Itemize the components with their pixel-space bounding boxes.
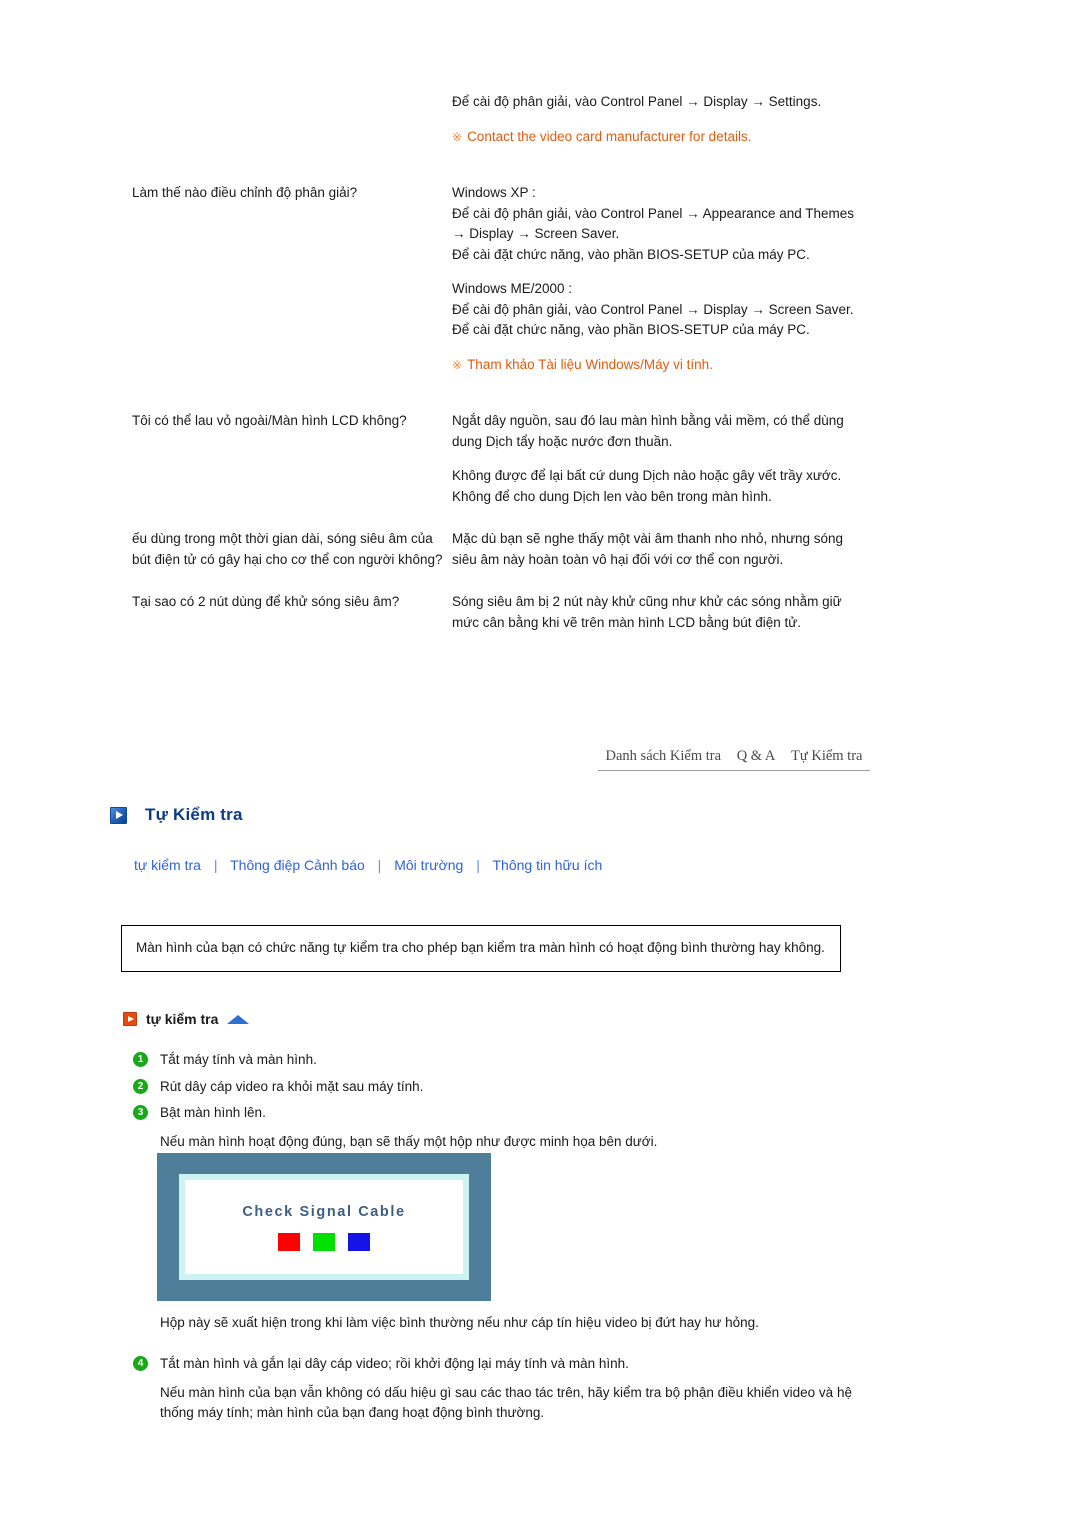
tail-section: Hộp này sẽ xuất hiện trong khi làm việc …: [133, 1313, 863, 1430]
faq-question-cell: Làm thế nào điều chỉnh độ phân giải?: [132, 183, 452, 411]
table-row: Để cài độ phân giải, vào Control Panel →…: [132, 92, 862, 183]
breadcrumb-item-qa[interactable]: Q & A: [731, 748, 782, 765]
up-triangle-icon[interactable]: [227, 1014, 250, 1024]
breadcrumb-divider: [598, 770, 870, 771]
table-row: Làm thế nào điều chỉnh độ phân giải? Win…: [132, 183, 862, 411]
faq-answer-cell: Để cài độ phân giải, vào Control Panel →…: [452, 92, 862, 183]
blue-swatch: [348, 1232, 370, 1251]
monitor-message-text: Check Signal Cable: [242, 1203, 406, 1220]
breadcrumb-item-checklist[interactable]: Danh sách Kiểm tra: [600, 748, 728, 765]
faq-answer-paragraph: Windows ME/2000 : Để cài độ phân giải, v…: [452, 281, 854, 338]
faq-question-text: Tại sao có 2 nút dùng để khử sóng siêu â…: [132, 594, 400, 610]
faq-table: Để cài độ phân giải, vào Control Panel →…: [132, 92, 862, 655]
monitor-illustration: Check Signal Cable: [157, 1153, 491, 1301]
faq-question-cell: Tại sao có 2 nút dùng để khử sóng siêu â…: [132, 592, 452, 655]
red-play-icon: [123, 1012, 137, 1026]
section-title-text: Tự Kiểm tra: [145, 805, 243, 824]
list-item: 3 Bật màn hình lên.: [133, 1103, 853, 1123]
step-text: Bật màn hình lên.: [160, 1105, 266, 1121]
page-title: Tự Kiểm tra: [110, 805, 243, 825]
faq-answer-paragraph: Ngắt dây nguồn, sau đó lau màn hình bằng…: [452, 413, 844, 449]
faq-answer-paragraph: Không được để lại bất cứ dung Dịch nào h…: [452, 468, 842, 504]
faq-table-body: Để cài độ phân giải, vào Control Panel →…: [132, 92, 862, 655]
table-row: ếu dùng trong một thời gian dài, sóng si…: [132, 529, 862, 592]
sublink-warning-message[interactable]: Thông điệp Cảnh báo: [230, 857, 365, 873]
sublink-separator: |: [476, 857, 480, 873]
intro-callout-box: Màn hình của bạn có chức năng tự kiểm tr…: [121, 925, 841, 973]
step-text: Tắt máy tính và màn hình.: [160, 1052, 317, 1067]
step-number-badge: 2: [133, 1078, 148, 1094]
sublink-separator: |: [377, 857, 382, 873]
faq-note: ※ Contact the video card manufacturer for…: [452, 127, 862, 148]
faq-note: ※ Tham khảo Tài liệu Windows/Máy vi tính.: [452, 355, 862, 376]
list-item: 1 Tắt máy tính và màn hình.: [133, 1050, 853, 1070]
faq-answer-cell: Sóng siêu âm bị 2 nút này khử cũng như k…: [452, 592, 862, 655]
faq-question-text: ếu dùng trong một thời gian dài, sóng si…: [132, 531, 443, 567]
faq-question-cell: ếu dùng trong một thời gian dài, sóng si…: [132, 529, 452, 592]
step-text: Tắt màn hình và gắn lại dây cáp video; r…: [160, 1356, 629, 1372]
faq-answer-paragraph: Để cài độ phân giải, vào Control Panel →…: [452, 94, 822, 109]
breadcrumb: Danh sách Kiểm tra Q & A Tự Kiểm tra: [598, 748, 870, 771]
sublink-environment[interactable]: Môi trường: [394, 857, 463, 873]
steps-list: 1 Tắt máy tính và màn hình. 2 Rút dây cá…: [133, 1050, 853, 1159]
faq-answer-cell: Mặc dù bạn sẽ nghe thấy một vài âm thanh…: [452, 529, 862, 592]
tail-closing-text: Nếu màn hình của bạn vẫn không có dấu hi…: [160, 1384, 852, 1421]
faq-answer-paragraph: Mặc dù bạn sẽ nghe thấy một vài âm thanh…: [452, 531, 844, 567]
table-row: Tại sao có 2 nút dùng để khử sóng siêu â…: [132, 592, 862, 655]
sublink-separator: |: [213, 857, 218, 873]
faq-answer-cell: Windows XP : Để cài độ phân giải, vào Co…: [452, 183, 862, 411]
step-number-badge: 1: [133, 1052, 148, 1067]
step-number-badge: 3: [133, 1105, 148, 1121]
color-swatch-row: [278, 1232, 370, 1251]
faq-answer-paragraph: Sóng siêu âm bị 2 nút này khử cũng như k…: [452, 594, 842, 630]
faq-question-text: Tôi có thể lau vỏ ngoài/Màn hình LCD khô…: [132, 413, 407, 429]
breadcrumb-item-selftest[interactable]: Tự Kiểm tra: [785, 748, 868, 765]
subsection-heading: tự kiểm tra: [123, 1011, 250, 1027]
table-row: Tôi có thể lau vỏ ngoài/Màn hình LCD khô…: [132, 411, 862, 529]
intro-text: Màn hình của bạn có chức năng tự kiểm tr…: [136, 940, 825, 955]
step-followup-note: Nếu màn hình hoạt động đúng, bạn sẽ thấy…: [160, 1133, 658, 1149]
faq-question-cell: Tôi có thể lau vỏ ngoài/Màn hình LCD khô…: [132, 411, 452, 529]
reference-mark-icon: ※: [452, 357, 463, 372]
blue-play-icon: [110, 806, 127, 824]
sublink-useful-info[interactable]: Thông tin hữu ích: [493, 857, 603, 873]
faq-answer-cell: Ngắt dây nguồn, sau đó lau màn hình bằng…: [452, 411, 862, 529]
sublink-nav: tự kiểm tra | Thông điệp Cảnh báo | Môi …: [134, 857, 602, 873]
reference-mark-icon: ※: [452, 129, 463, 144]
tail-lead-text: Hộp này sẽ xuất hiện trong khi làm việc …: [160, 1315, 759, 1330]
red-swatch: [278, 1232, 300, 1251]
faq-question-text: Làm thế nào điều chỉnh độ phân giải?: [132, 185, 358, 201]
subsection-title-text: tự kiểm tra: [146, 1011, 219, 1027]
list-item: 2 Rút dây cáp video ra khỏi mặt sau máy …: [133, 1077, 853, 1097]
faq-question-cell: [132, 92, 452, 183]
green-swatch: [313, 1232, 335, 1251]
faq-note-text: Tham khảo Tài liệu Windows/Máy vi tính.: [467, 356, 713, 372]
step-text: Rút dây cáp video ra khỏi mặt sau máy tí…: [160, 1078, 424, 1094]
faq-note-text: Contact the video card manufacturer for …: [467, 128, 752, 144]
monitor-screen: Check Signal Cable: [179, 1174, 469, 1280]
step-number-badge: 4: [133, 1356, 148, 1372]
sublink-self-test[interactable]: tự kiểm tra: [134, 857, 201, 873]
list-item: 4 Tắt màn hình và gắn lại dây cáp video;…: [133, 1354, 863, 1374]
faq-answer-paragraph: Windows XP : Để cài độ phân giải, vào Co…: [452, 185, 855, 262]
